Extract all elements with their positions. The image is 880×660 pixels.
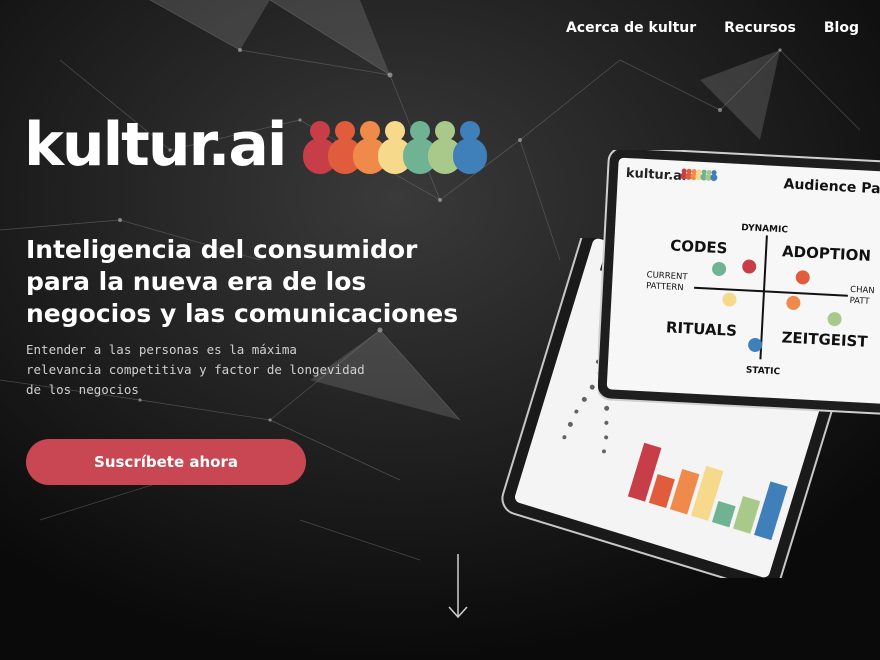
arrow-down-icon[interactable] [446,552,470,622]
hero-subtext: Entender a las personas es la máxima rel… [26,342,365,397]
nav-link-about[interactable]: Acerca de kultur [566,20,696,36]
front-tablet-logo: kultur.ai [626,166,687,184]
axis-change-line2: PATT [849,296,870,307]
nav-link-blog[interactable]: Blog [824,20,859,36]
nav-link-resources[interactable]: Recursos [724,20,796,36]
person-figure [453,121,488,174]
brand-logo-text: kultur.ai [24,110,287,180]
people-group-icon [303,121,488,174]
subscribe-button[interactable]: Suscríbete ahora [26,439,306,485]
tablet-mockup-front: kultur.ai Audience Patt DYNAMIC STATIC C… [598,150,880,415]
hero-headline: Inteligencia del consumidor para la nuev… [26,235,459,328]
axis-current-line2: PATTERN [646,281,684,293]
axis-change-line1: CHAN [850,285,875,296]
brand-logo[interactable]: kultur.ai [24,114,493,176]
quadrant-codes: CODES [670,236,728,257]
axis-static: STATIC [746,366,781,378]
top-nav: Acerca de kultur Recursos Blog [566,20,859,36]
quadrant-rituals: RITUALS [665,318,737,340]
